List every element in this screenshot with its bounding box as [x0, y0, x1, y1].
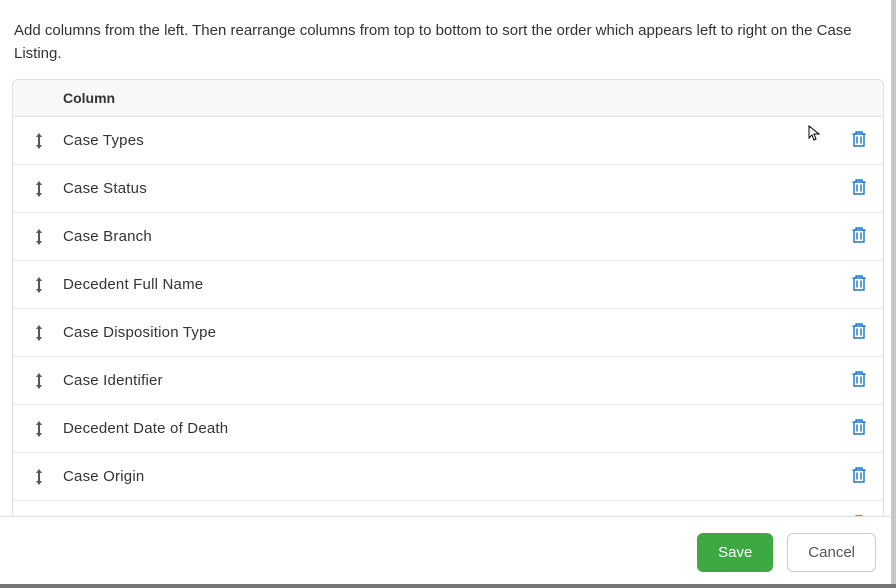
column-label: Decedent Full Name [63, 276, 849, 293]
drag-handle-icon[interactable] [27, 229, 51, 245]
save-button[interactable]: Save [697, 533, 773, 572]
column-label: Decedent Date of Death [63, 420, 849, 437]
drag-handle-icon[interactable] [27, 325, 51, 341]
drag-handle-icon[interactable] [27, 469, 51, 485]
column-label: Case Status [63, 180, 849, 197]
column-label: Case Identifier [63, 372, 849, 389]
bottom-border [0, 584, 896, 588]
trash-icon [851, 370, 867, 391]
delete-button[interactable] [849, 272, 869, 297]
trash-icon [851, 226, 867, 247]
table-row[interactable]: Case Status [13, 165, 883, 213]
column-label: Case Branch [63, 228, 849, 245]
drag-handle-icon[interactable] [27, 373, 51, 389]
trash-icon [851, 274, 867, 295]
drag-handle-icon[interactable] [27, 133, 51, 149]
cancel-button[interactable]: Cancel [787, 533, 876, 572]
drag-handle-icon[interactable] [27, 277, 51, 293]
table-row[interactable]: Decedent Full Name [13, 261, 883, 309]
table-row[interactable]: Case Identifier [13, 357, 883, 405]
dialog-footer: Save Cancel [0, 516, 896, 588]
trash-icon [851, 130, 867, 151]
delete-button[interactable] [849, 128, 869, 153]
delete-button[interactable] [849, 320, 869, 345]
drag-handle-icon[interactable] [27, 421, 51, 437]
delete-button[interactable] [849, 416, 869, 441]
trash-icon [851, 418, 867, 439]
column-table: Column Case Types Case Status Case Branc… [12, 79, 884, 549]
delete-button[interactable] [849, 176, 869, 201]
table-row[interactable]: Case Disposition Type [13, 309, 883, 357]
delete-button[interactable] [849, 224, 869, 249]
drag-handle-icon[interactable] [27, 181, 51, 197]
table-row[interactable]: Case Origin [13, 453, 883, 501]
table-row[interactable]: Case Types [13, 117, 883, 165]
column-label: Case Disposition Type [63, 324, 849, 341]
column-label: Case Origin [63, 468, 849, 485]
trash-icon [851, 322, 867, 343]
table-row[interactable]: Decedent Date of Death [13, 405, 883, 453]
table-row[interactable]: Case Branch [13, 213, 883, 261]
trash-icon [851, 466, 867, 487]
instructions-text: Add columns from the left. Then rearrang… [0, 0, 896, 75]
scrollbar-track [891, 0, 896, 588]
delete-button[interactable] [849, 464, 869, 489]
table-header: Column [13, 80, 883, 117]
column-label: Case Types [63, 132, 849, 149]
delete-button[interactable] [849, 368, 869, 393]
trash-icon [851, 178, 867, 199]
